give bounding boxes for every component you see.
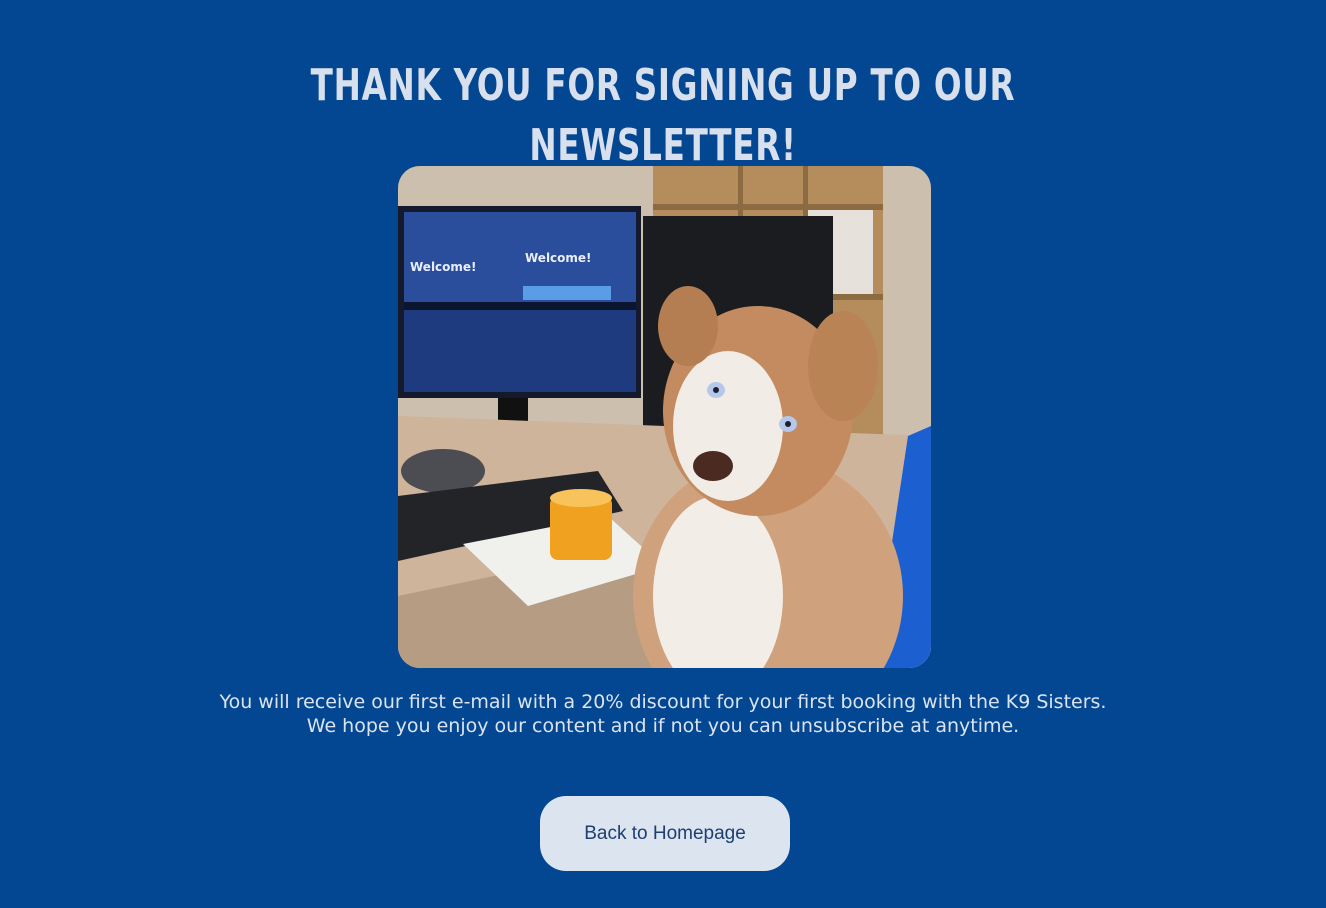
dog-at-desk-photo: Welcome! Welcome! bbox=[398, 166, 931, 668]
message-line-1: You will receive our first e-mail with a… bbox=[219, 691, 1107, 713]
page-title: THANK YOU FOR SIGNING UP TO OUR NEWSLETT… bbox=[310, 60, 1016, 171]
screen-text-1: Welcome! bbox=[410, 260, 477, 274]
screen-text-2: Welcome! bbox=[525, 251, 592, 265]
message-line-2: We hope you enjoy our content and if not… bbox=[306, 715, 1020, 737]
confirmation-message: You will receive our first e-mail with a… bbox=[0, 690, 1326, 738]
back-to-homepage-button[interactable]: Back to Homepage bbox=[540, 796, 790, 871]
